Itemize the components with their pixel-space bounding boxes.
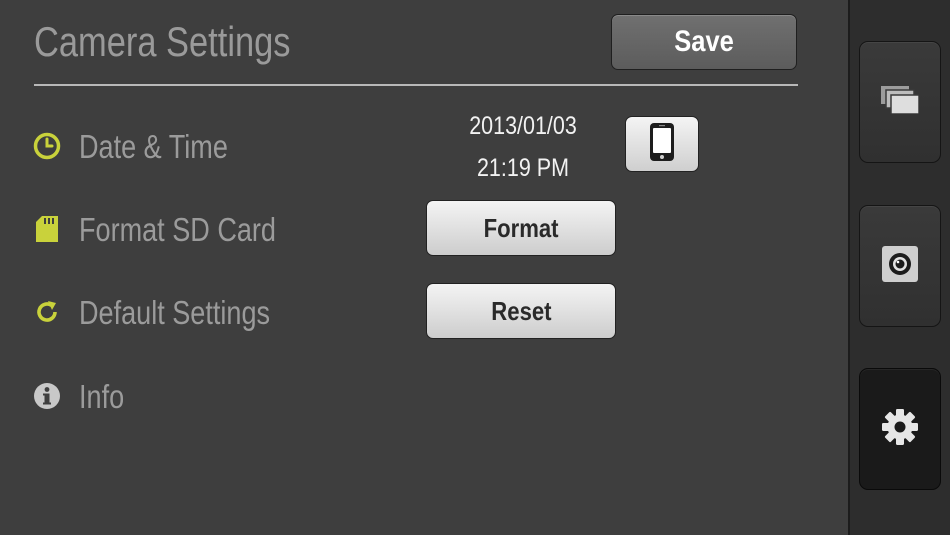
reset-button-label: Reset: [490, 295, 552, 326]
phone-icon: [649, 122, 675, 167]
save-button-label: Save: [674, 25, 734, 58]
sidebar-item-camera[interactable]: [859, 205, 941, 327]
row-label-format-sd: Format SD Card: [79, 211, 276, 248]
sidebar-item-gallery[interactable]: [859, 41, 941, 163]
settings-panel: Camera Settings Save Date & Time 2013/01…: [0, 0, 848, 535]
row-label-date-time: Date & Time: [79, 128, 228, 165]
time-value: 21:19 PM: [476, 154, 570, 182]
format-button[interactable]: Format: [426, 200, 616, 256]
page-title: Camera Settings: [34, 18, 291, 65]
info-icon[interactable]: [33, 382, 61, 410]
row-label-default-settings: Default Settings: [79, 294, 271, 331]
sidebar: [848, 0, 950, 535]
sync-phone-time-button[interactable]: [625, 116, 699, 172]
save-button[interactable]: Save: [611, 14, 797, 70]
gear-icon: [880, 407, 920, 452]
gallery-icon: [881, 85, 920, 119]
date-value: 2013/01/03: [469, 112, 577, 140]
format-button-label: Format: [483, 212, 559, 243]
datetime-display: 2013/01/03 21:19 PM: [448, 105, 598, 189]
camera-icon: [881, 245, 919, 288]
reset-button[interactable]: Reset: [426, 283, 616, 339]
refresh-icon: [33, 298, 61, 326]
header-divider: [34, 84, 798, 86]
clock-icon: [33, 132, 61, 160]
sd-card-icon: [33, 215, 61, 243]
row-label-info[interactable]: Info: [79, 377, 124, 417]
sidebar-item-settings[interactable]: [859, 368, 941, 490]
